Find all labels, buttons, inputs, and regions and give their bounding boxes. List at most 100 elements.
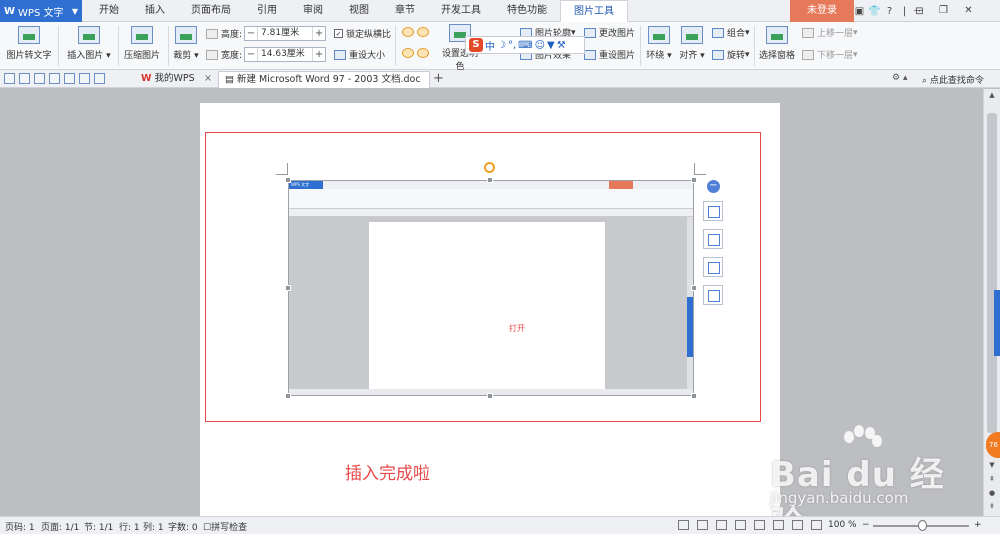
- width-decrease[interactable]: −: [245, 49, 257, 60]
- minimize-button[interactable]: —: [906, 0, 931, 22]
- send-backward-button[interactable]: 下移一层 ▾: [802, 48, 858, 61]
- open-icon[interactable]: [4, 73, 15, 84]
- rotate-handle-icon[interactable]: [484, 162, 495, 173]
- brightness-icon[interactable]: [417, 27, 429, 37]
- undo-icon[interactable]: [79, 73, 90, 84]
- zoom-in-icon[interactable]: +: [974, 520, 982, 530]
- change-picture-button[interactable]: 更改图片: [584, 26, 635, 39]
- preview-icon[interactable]: [64, 73, 75, 84]
- scrollbar-thumb[interactable]: [987, 113, 997, 433]
- resize-handle[interactable]: [487, 177, 493, 183]
- zoom-level[interactable]: 100 %: [828, 520, 857, 530]
- tab-insert[interactable]: 插入: [132, 0, 178, 22]
- find-command-search[interactable]: ⌕ 点此查找命令: [922, 73, 984, 86]
- bring-forward-button[interactable]: 上移一层 ▾: [802, 26, 858, 39]
- zoom-out-icon[interactable]: −: [862, 520, 870, 530]
- select-pane-button[interactable]: 选择窗格: [758, 26, 796, 61]
- scroll-up-icon[interactable]: ▲: [984, 91, 1000, 99]
- close-icon[interactable]: ×: [204, 71, 212, 87]
- crop-tool-button[interactable]: [703, 257, 723, 277]
- punctuation-icon[interactable]: °,: [508, 40, 516, 51]
- lock-ratio-checkbox[interactable]: ✓ 锁定纵横比: [334, 27, 391, 40]
- tab-start[interactable]: 开始: [86, 0, 132, 22]
- focus-icon[interactable]: [697, 520, 708, 530]
- expand-icon[interactable]: ▴: [903, 73, 908, 83]
- height-increase[interactable]: +: [313, 28, 325, 39]
- resize-handle[interactable]: [285, 285, 291, 291]
- resize-handle[interactable]: [691, 393, 697, 399]
- inserted-picture[interactable]: WPS 文字 打开: [288, 180, 694, 396]
- user-icon[interactable]: ☺: [535, 40, 545, 51]
- tab-view[interactable]: 视图: [336, 0, 382, 22]
- history-icon[interactable]: [678, 520, 689, 530]
- tab-current-document[interactable]: ▤ 新建 Microsoft Word 97 - 2003 文档.doc * ×: [218, 71, 430, 101]
- collapse-icon[interactable]: −: [707, 180, 720, 193]
- reading-view-icon[interactable]: [773, 520, 784, 530]
- keyboard-icon[interactable]: ⌨: [518, 40, 532, 51]
- tab-references[interactable]: 引用: [244, 0, 290, 22]
- brightness-up-icon[interactable]: [402, 48, 414, 58]
- border-tool-button[interactable]: [703, 285, 723, 305]
- tab-my-wps[interactable]: W 我的WPS ×: [135, 71, 217, 88]
- zoom-in-button[interactable]: [703, 229, 723, 249]
- save-icon[interactable]: [19, 73, 30, 84]
- resize-handle[interactable]: [487, 393, 493, 399]
- height-field[interactable]: − 7.81厘米 +: [244, 26, 327, 41]
- zoom-slider-knob[interactable]: [918, 520, 927, 531]
- group-button[interactable]: 组合 ▾: [712, 26, 750, 39]
- contrast-icon[interactable]: [402, 27, 414, 37]
- width-increase[interactable]: +: [313, 49, 325, 60]
- select-browse-icon[interactable]: ●: [984, 489, 1000, 497]
- shirt-icon[interactable]: 👕: [867, 6, 882, 17]
- spell-check-toggle[interactable]: ☐拼写检查: [203, 520, 247, 533]
- compress-picture-button[interactable]: 压缩图片: [122, 26, 162, 61]
- height-value[interactable]: 7.81厘米: [257, 27, 314, 40]
- moon-icon[interactable]: ☽: [497, 40, 506, 51]
- app-menu-button[interactable]: W WPS 文字 ▼: [0, 0, 82, 22]
- next-page-icon[interactable]: ⇟: [984, 502, 1000, 510]
- resize-handle[interactable]: [285, 393, 291, 399]
- redo-icon[interactable]: [94, 73, 105, 84]
- restore-button[interactable]: ❐: [931, 0, 956, 22]
- rotate-button[interactable]: 旋转 ▾: [712, 48, 750, 61]
- eye-protection-icon[interactable]: [792, 520, 803, 530]
- tab-review[interactable]: 审阅: [290, 0, 336, 22]
- resize-handle[interactable]: [691, 285, 697, 291]
- crop-button[interactable]: 裁剪 ▾: [172, 26, 200, 61]
- close-button[interactable]: ✕: [956, 0, 981, 22]
- wrench-icon[interactable]: ⚒: [557, 40, 566, 51]
- wrap-button[interactable]: 环绕 ▾: [646, 26, 672, 61]
- insert-picture-button[interactable]: 插入图片 ▾: [64, 26, 114, 61]
- resize-handle[interactable]: [691, 177, 697, 183]
- prev-page-icon[interactable]: ⇞: [984, 475, 1000, 483]
- tab-section[interactable]: 章节: [382, 0, 428, 22]
- width-field[interactable]: − 14.63厘米 +: [244, 47, 327, 62]
- ime-mode[interactable]: 中: [485, 38, 495, 53]
- login-button[interactable]: 未登录: [790, 0, 854, 22]
- tab-page-layout[interactable]: 页面布局: [178, 0, 244, 22]
- export-pdf-icon[interactable]: [34, 73, 45, 84]
- tab-special-features[interactable]: 特色功能: [494, 0, 560, 22]
- reset-size-button[interactable]: 重设大小: [334, 48, 385, 61]
- lightbulb-icon[interactable]: [811, 520, 822, 530]
- picture-edit-button[interactable]: [703, 201, 723, 221]
- tab-picture-tools[interactable]: 图片工具: [560, 0, 628, 22]
- shirt-icon[interactable]: ▼: [547, 40, 555, 51]
- web-view-icon[interactable]: [754, 520, 765, 530]
- page-view-icon[interactable]: [716, 520, 727, 530]
- help-icon[interactable]: ?: [882, 6, 897, 17]
- status-word-count[interactable]: 字数: 0: [168, 520, 198, 533]
- height-decrease[interactable]: −: [245, 28, 257, 39]
- scroll-down-icon[interactable]: ▼: [984, 461, 1000, 469]
- align-button[interactable]: 对齐 ▾: [678, 26, 706, 61]
- width-value[interactable]: 14.63厘米: [257, 48, 314, 61]
- brightness-down-icon[interactable]: [417, 48, 429, 58]
- reset-picture-button[interactable]: 重设图片: [584, 48, 635, 61]
- print-icon[interactable]: [49, 73, 60, 84]
- outline-view-icon[interactable]: [735, 520, 746, 530]
- pic-to-text-button[interactable]: 图片转文字: [6, 26, 52, 61]
- settings-icon[interactable]: ⚙: [892, 73, 900, 83]
- tab-developer[interactable]: 开发工具: [428, 0, 494, 22]
- resize-handle[interactable]: [285, 177, 291, 183]
- side-panel-tab[interactable]: [994, 290, 1000, 356]
